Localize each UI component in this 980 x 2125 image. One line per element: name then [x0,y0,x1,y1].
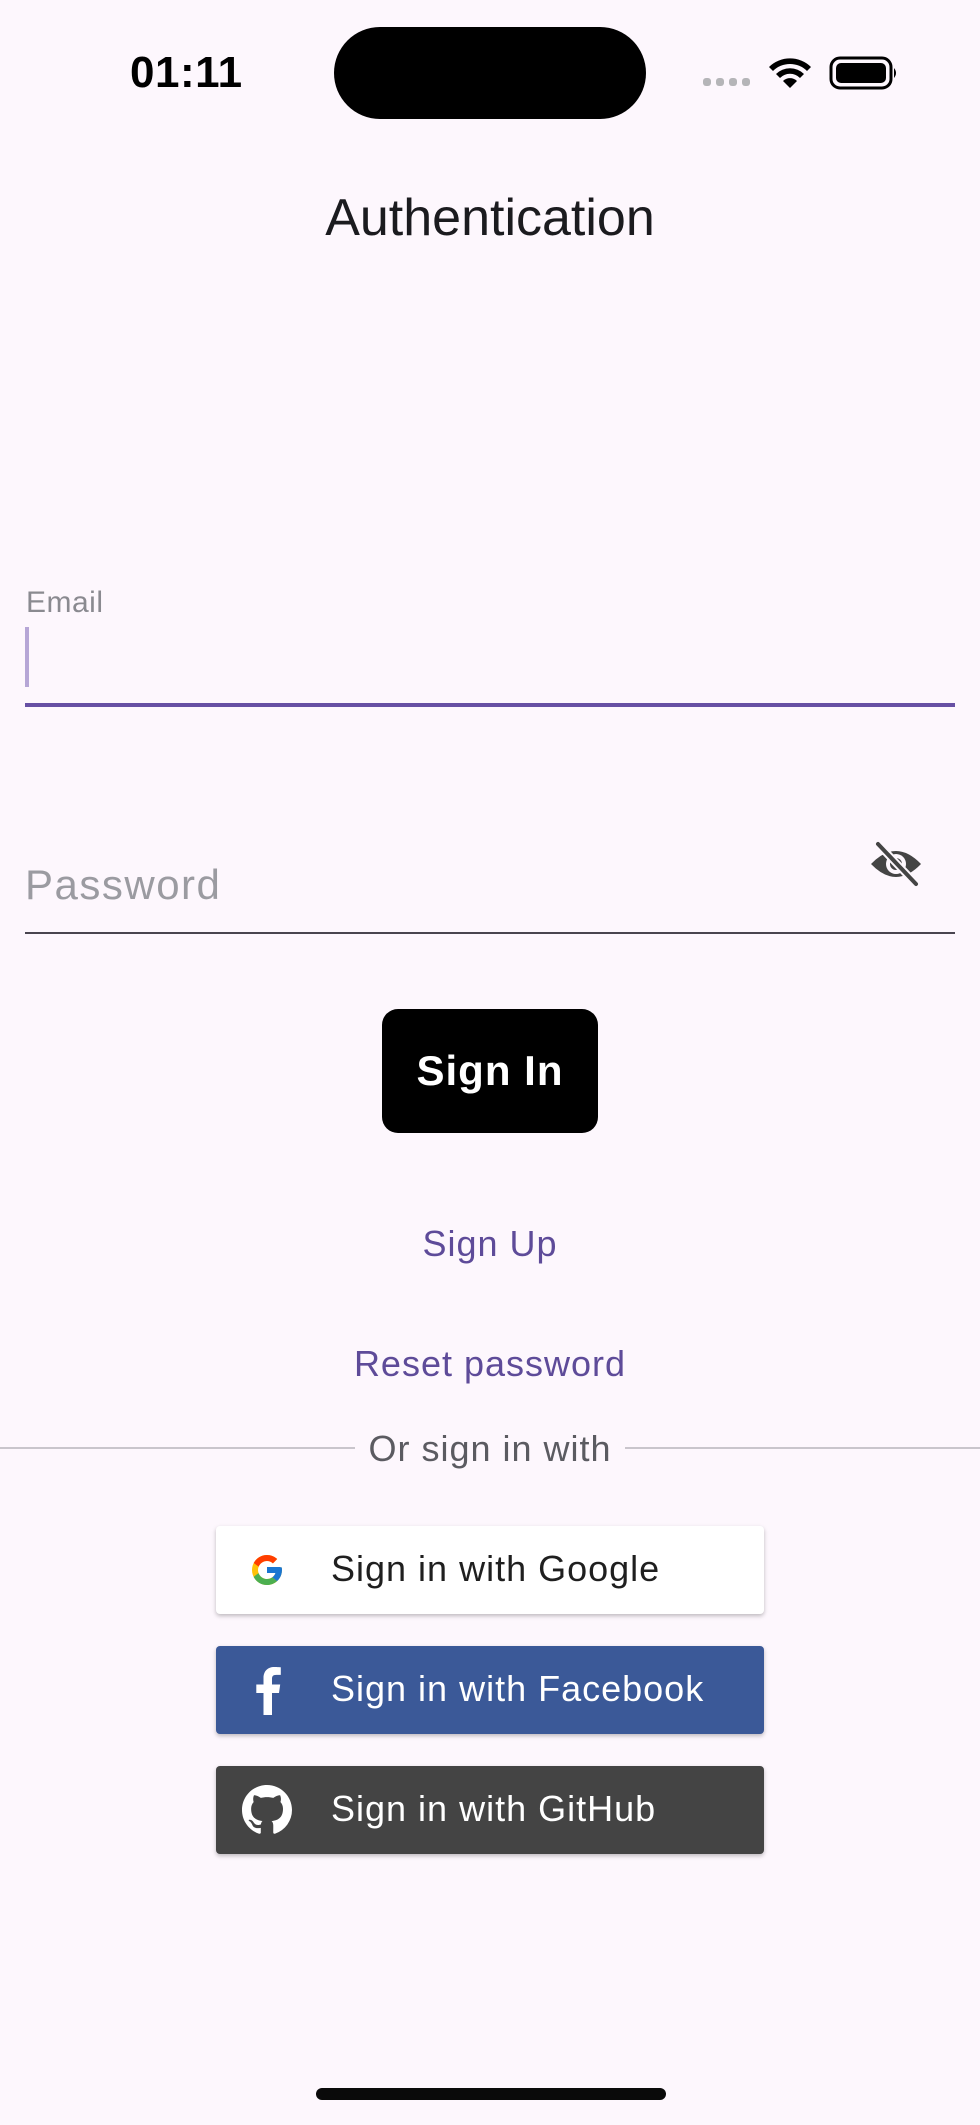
google-sign-in-label: Sign in with Google [331,1548,661,1589]
email-field-label: Email [26,586,104,619]
sign-in-button[interactable]: Sign In [382,1009,598,1133]
facebook-sign-in-label: Sign in with Facebook [331,1668,705,1709]
divider-label: Or sign in with [368,1428,612,1469]
eye-off-icon [871,840,921,888]
sign-up-link[interactable]: Sign Up [0,1223,980,1265]
github-icon [242,1785,292,1835]
auth-screen: 01:11 Authentication Email Sign In Sign … [0,0,980,2125]
google-sign-in-button[interactable]: Sign in with Google [216,1526,764,1614]
wifi-icon [769,58,811,88]
email-field[interactable] [25,620,955,700]
google-icon [242,1545,292,1595]
status-time: 01:11 [130,48,243,97]
password-field[interactable] [25,850,845,920]
facebook-sign-in-button[interactable]: Sign in with Facebook [216,1646,764,1734]
reset-password-link[interactable]: Reset password [0,1343,980,1385]
battery-icon [829,56,896,90]
signal-icon [703,78,750,86]
github-sign-in-button[interactable]: Sign in with GitHub [216,1766,764,1854]
divider-line-right [625,1447,980,1449]
page-title: Authentication [325,189,655,247]
password-field-underline [25,932,955,934]
home-indicator [316,2088,666,2100]
email-field-underline [25,703,955,707]
facebook-icon [242,1665,292,1715]
dynamic-island [334,27,646,119]
github-sign-in-label: Sign in with GitHub [331,1788,657,1829]
password-visibility-toggle[interactable] [864,836,928,892]
